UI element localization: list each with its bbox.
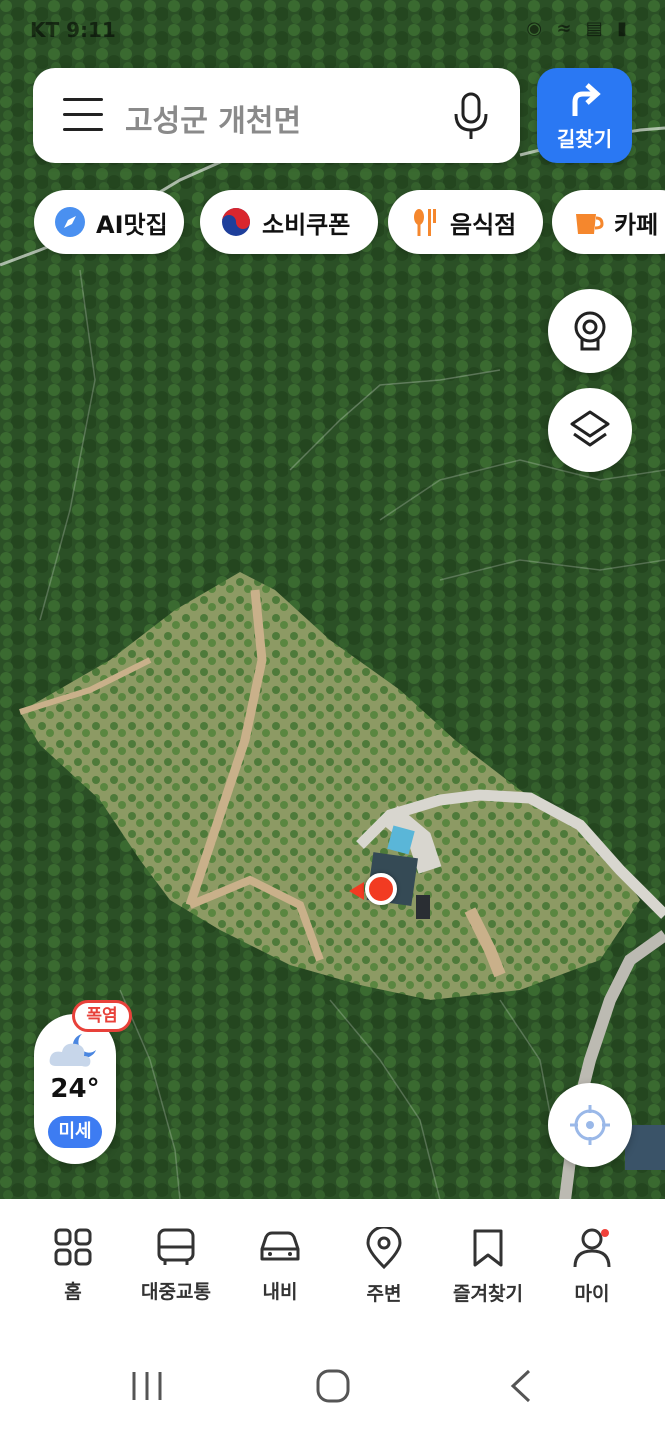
chip-label: 카페 bbox=[614, 210, 659, 239]
nav-label: 마이 bbox=[574, 1283, 610, 1305]
chip-label: 음식점 bbox=[450, 210, 517, 239]
temperature: 24° bbox=[50, 1074, 100, 1104]
nav-public-transit[interactable]: 대중교통 bbox=[121, 1227, 231, 1304]
chip-ai-restaurant[interactable]: AI맛집 bbox=[34, 190, 184, 254]
chip-label: 소비쿠폰 bbox=[262, 210, 351, 239]
bottom-navigation: 홈 대중교통 내비 주변 즐겨찾기 마이 bbox=[0, 1199, 665, 1329]
directions-button[interactable]: 길찾기 bbox=[537, 68, 632, 163]
lte-icon: ▤ bbox=[585, 18, 607, 39]
nav-home[interactable]: 홈 bbox=[18, 1227, 128, 1304]
weather-widget[interactable]: 24° 미세 bbox=[34, 1014, 116, 1164]
coffee-cup-icon bbox=[576, 214, 604, 234]
status-bar: KT 9:11 ◉ ≈ ▤ ▮ bbox=[0, 0, 665, 60]
directions-label: 길찾기 bbox=[556, 127, 613, 151]
recent-apps-icon[interactable] bbox=[130, 1369, 164, 1403]
nav-navigation[interactable]: 내비 bbox=[225, 1227, 335, 1304]
bus-icon bbox=[157, 1228, 195, 1265]
cctv-button[interactable] bbox=[548, 289, 632, 373]
chip-restaurant[interactable]: 음식점 bbox=[388, 190, 543, 254]
bookmark-icon bbox=[473, 1229, 503, 1267]
carrier-time: KT 9:11 bbox=[30, 18, 116, 42]
battery-icon: ▮ bbox=[617, 18, 631, 39]
chip-cafe[interactable]: 카페 bbox=[552, 190, 665, 254]
system-navigation-bar bbox=[0, 1329, 665, 1440]
nav-label: 즐겨찾기 bbox=[453, 1283, 523, 1305]
nav-my[interactable]: 마이 bbox=[537, 1227, 647, 1306]
current-location-marker[interactable] bbox=[365, 873, 397, 905]
grid-icon bbox=[54, 1228, 92, 1266]
wifi-icon: ≈ bbox=[556, 18, 576, 39]
cctv-camera-icon bbox=[574, 311, 606, 351]
pin-icon bbox=[366, 1227, 402, 1269]
nav-label: 대중교통 bbox=[141, 1281, 211, 1303]
map-layers-button[interactable] bbox=[548, 388, 632, 472]
search-input[interactable]: 고성군 개천면 bbox=[125, 96, 301, 140]
back-icon[interactable] bbox=[505, 1369, 535, 1403]
crosshair-icon bbox=[570, 1105, 610, 1145]
heading-arrow-icon bbox=[349, 882, 364, 900]
notification-dot bbox=[601, 1229, 609, 1237]
hamburger-menu-icon[interactable] bbox=[63, 98, 103, 132]
turn-right-arrow-icon bbox=[572, 83, 601, 116]
microphone-icon[interactable] bbox=[451, 92, 491, 142]
nav-favorites[interactable]: 즐겨찾기 bbox=[433, 1227, 543, 1306]
car-icon bbox=[260, 1231, 300, 1261]
location-icon: ◉ bbox=[526, 18, 547, 39]
heat-wave-alert-badge[interactable]: 폭염 bbox=[72, 1000, 132, 1032]
nav-label: 주변 bbox=[366, 1283, 402, 1305]
home-icon[interactable] bbox=[316, 1369, 350, 1403]
chip-consumption-coupon[interactable]: 소비쿠폰 bbox=[200, 190, 378, 254]
fork-spoon-icon bbox=[414, 209, 436, 236]
fine-dust-badge: 미세 bbox=[48, 1116, 102, 1148]
nav-nearby[interactable]: 주변 bbox=[329, 1227, 439, 1306]
ai-compass-icon bbox=[55, 207, 85, 237]
layers-icon bbox=[570, 410, 610, 447]
search-bar[interactable]: 고성군 개천면 bbox=[33, 68, 520, 163]
system-icons: ◉ ≈ ▤ ▮ bbox=[526, 18, 631, 39]
nav-label: 내비 bbox=[262, 1281, 298, 1303]
cloud-moon-icon bbox=[49, 1034, 96, 1067]
taegeuk-icon bbox=[222, 208, 250, 236]
chip-label: AI맛집 bbox=[96, 210, 168, 239]
nav-label: 홈 bbox=[64, 1281, 82, 1303]
my-location-button[interactable] bbox=[548, 1083, 632, 1167]
